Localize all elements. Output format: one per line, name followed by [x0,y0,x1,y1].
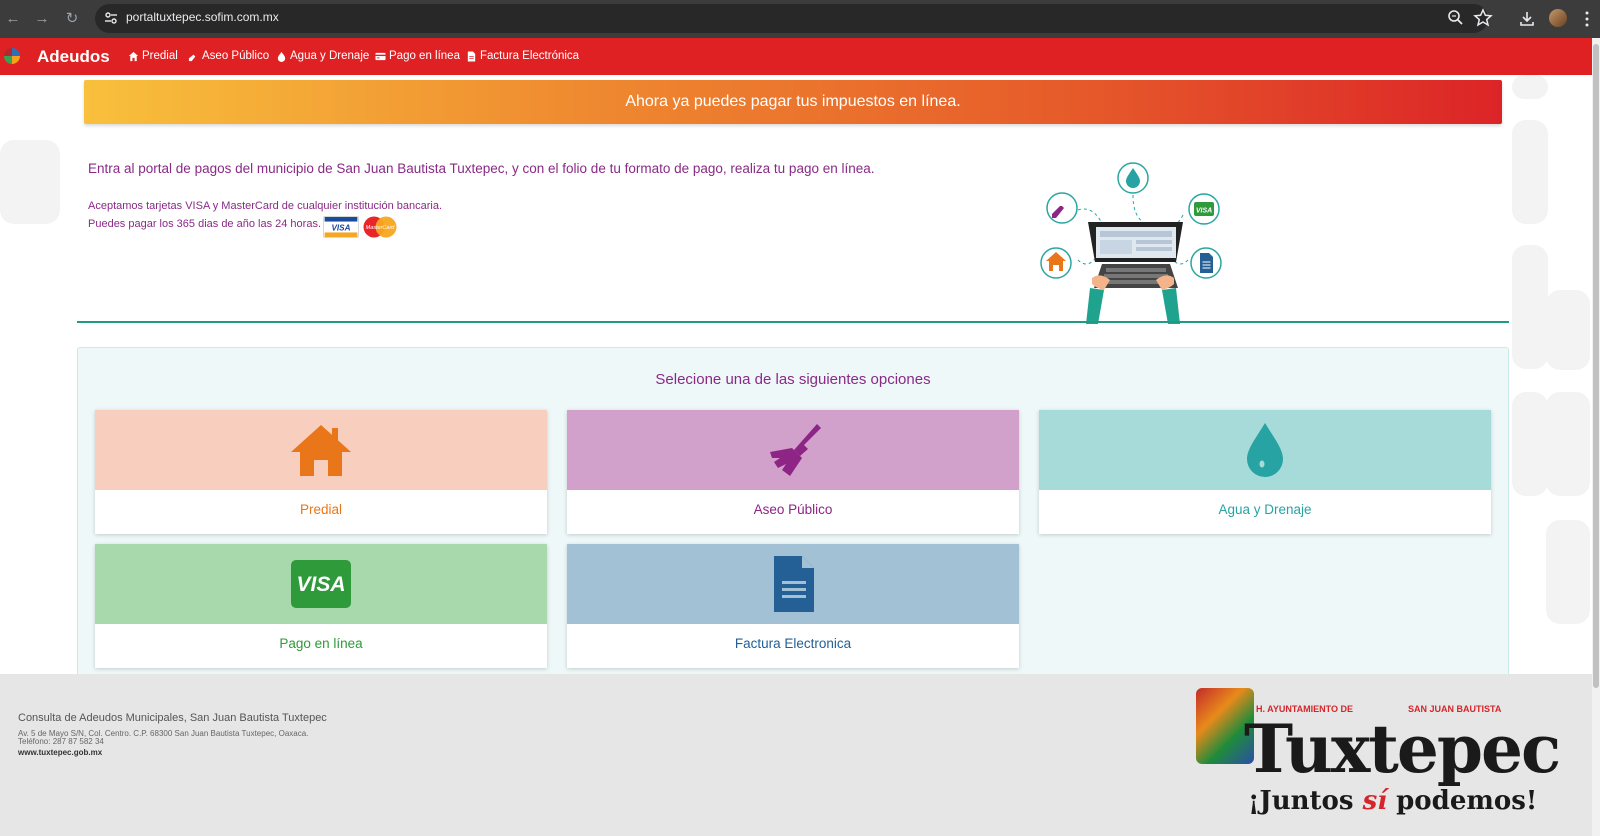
visa-mini-text: VISA [331,224,350,233]
option-card-predial[interactable]: Predial [95,410,547,534]
home-icon [128,51,139,61]
svg-text:VISA: VISA [1196,208,1212,215]
bookmark-star-icon[interactable] [1473,8,1493,28]
broom-icon [188,51,199,61]
option-label: Predial [299,502,343,517]
mastercard-icon: MasterCard [363,216,397,238]
intro-text: Entra al portal de pagos del municipio d… [88,161,875,176]
background-decoration [1546,520,1590,624]
option-icon-area [95,410,547,490]
zoom-icon[interactable] [1446,8,1466,28]
option-card-aseo[interactable]: Aseo Público [567,410,1019,534]
download-icon[interactable] [1517,9,1537,29]
section-divider [77,321,1509,323]
nav-item-factura[interactable]: Factura Electrónica [466,50,579,62]
hours-text: Puedes pagar los 365 dias de año las 24 … [88,218,321,230]
background-decoration [0,140,60,224]
drop-icon [277,51,286,62]
online-payment-illustration: VISA [1040,162,1222,324]
site-info-icon[interactable] [103,10,119,26]
visa-card-icon: VISA [323,216,359,238]
slogan-part: podemos! [1387,786,1538,816]
background-decoration [1512,120,1548,224]
tuxtepec-logo: H. AYUNTAMIENTO DE SAN JUAN BAUTISTA Tux… [1190,688,1570,826]
logo-slogan: ¡Juntos sí podemos! [1248,786,1537,816]
navbar-brand[interactable]: Adeudos [37,47,110,67]
nav-item-label: Agua y Drenaje [290,50,370,62]
broom-icon [770,424,821,476]
app-navbar: Adeudos Predial Aseo Público Agua y Dren… [0,38,1592,75]
background-decoration [1546,290,1590,370]
nav-item-agua[interactable]: Agua y Drenaje [276,50,369,62]
visa-badge-text: VISA [296,573,345,596]
option-icon-area [1039,410,1491,490]
option-label: Agua y Drenaje [1218,502,1312,517]
background-decoration [1512,392,1548,496]
background-decoration [1512,75,1548,99]
nav-item-aseo[interactable]: Aseo Público [188,50,269,62]
page-footer: Consulta de Adeudos Municipales, San Jua… [0,674,1592,836]
document-icon [467,50,476,62]
profile-avatar[interactable] [1549,9,1567,27]
option-card-agua[interactable]: Agua y Drenaje [1039,410,1491,534]
home-icon [291,425,351,476]
option-card-pago[interactable]: VISA Pago en línea [95,544,547,668]
municipal-logo-icon[interactable] [4,48,20,64]
options-title: Selecione una de las siguientes opciones [655,371,931,388]
nav-item-label: Aseo Público [202,50,270,62]
footer-title: Consulta de Adeudos Municipales, San Jua… [18,712,327,724]
slogan-part: ¡Juntos [1248,786,1363,816]
nav-item-label: Factura Electrónica [480,50,580,62]
nav-item-label: Pago en línea [389,50,460,62]
visa-card-icon: VISA [291,560,351,608]
reload-icon[interactable]: ↻ [62,9,82,29]
nav-item-predial[interactable]: Predial [128,50,178,62]
promo-banner: Ahora ya puedes pagar tus impuestos en l… [84,80,1502,124]
option-icon-area: VISA [95,544,547,624]
back-icon[interactable]: ← [3,9,23,29]
nav-item-pago[interactable]: Pago en línea [375,50,460,62]
option-label: Pago en línea [279,636,363,651]
option-icon-area [567,544,1019,624]
option-label: Aseo Público [753,502,833,517]
logo-tuxtepec-text: Tuxtepec [1244,710,1561,788]
slogan-si: sí [1362,786,1388,816]
option-label: Factura Electronica [734,636,852,651]
footer-phone: Teléfono: 287 87 582 34 [18,737,104,746]
drop-icon [1247,423,1283,477]
address-bar[interactable]: portaltuxtepec.sofim.com.mx [95,4,1493,33]
nav-item-label: Predial [142,50,178,62]
url-text[interactable]: portaltuxtepec.sofim.com.mx [126,10,279,24]
menu-dots-icon[interactable] [1584,9,1590,29]
footer-website-link[interactable]: www.tuxtepec.gob.mx [18,748,102,757]
browser-toolbar: ← → ↻ portaltuxtepec.sofim.com.mx [0,0,1600,38]
page-scrollbar-thumb[interactable] [1593,44,1599,688]
document-icon [774,556,814,612]
mastercard-mini-text: MasterCard [366,225,396,231]
background-decoration [1512,245,1548,369]
option-card-factura[interactable]: Factura Electronica [567,544,1019,668]
forward-icon[interactable]: → [32,9,52,29]
background-decoration [1546,392,1590,496]
cards-accepted-text: Aceptamos tarjetas VISA y MasterCard de … [88,200,443,212]
option-icon-area [567,410,1019,490]
credit-card-icon [375,52,386,60]
